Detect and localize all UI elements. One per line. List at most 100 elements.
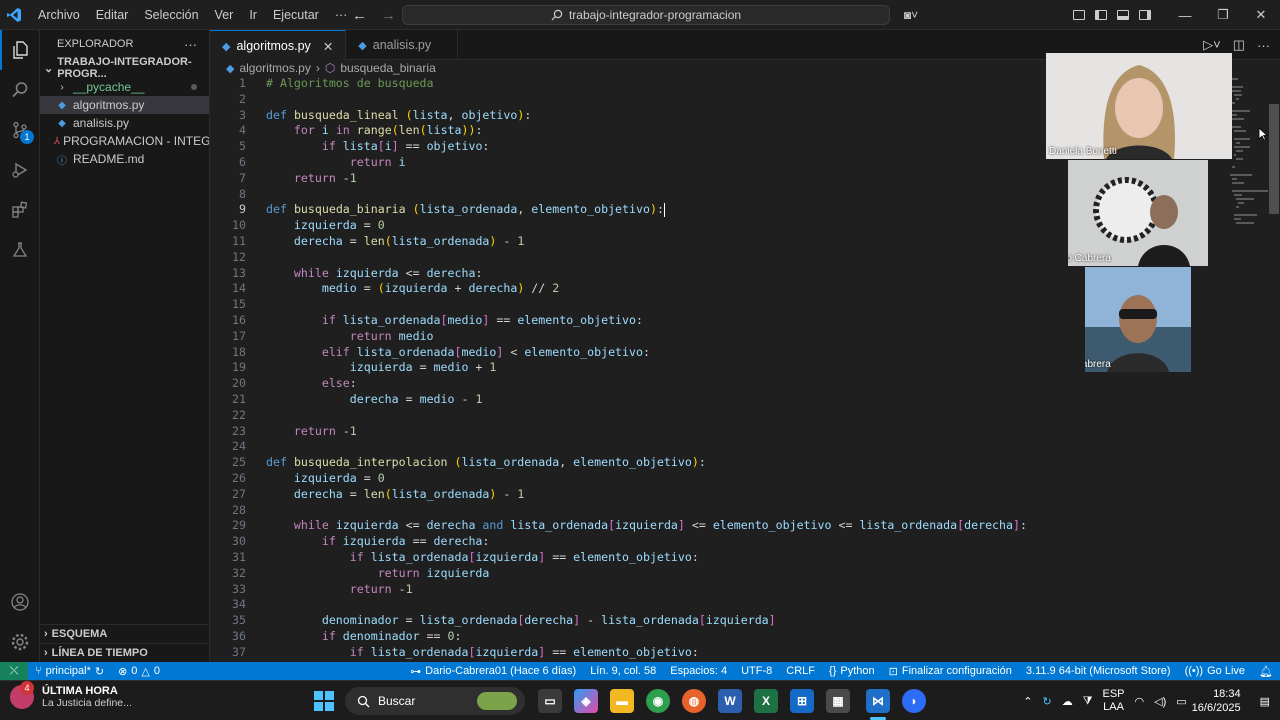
- volume-icon[interactable]: ◁): [1149, 695, 1171, 708]
- code-line[interactable]: 36 if denominador == 0:: [210, 629, 1050, 645]
- code-line[interactable]: 23 return -1: [210, 424, 1050, 440]
- menu-seleccion[interactable]: Selección: [136, 0, 206, 30]
- close-tab-icon[interactable]: ✕: [323, 39, 333, 54]
- code-line[interactable]: 12: [210, 250, 1050, 266]
- python-interpreter[interactable]: 3.11.9 64-bit (Microsoft Store): [1019, 665, 1178, 677]
- notification-center-icon[interactable]: ▤: [1255, 695, 1280, 708]
- code-line[interactable]: 27 derecha = len(lista_ordenada) - 1: [210, 487, 1050, 503]
- git-blame-status[interactable]: ⊶ Dario-Cabrera01 (Hace 6 días): [403, 665, 583, 678]
- language-mode[interactable]: {} Python: [822, 665, 882, 677]
- explorer-more-icon[interactable]: ···: [184, 37, 197, 52]
- code-line[interactable]: 8: [210, 187, 1050, 203]
- code-line[interactable]: 24: [210, 439, 1050, 455]
- minimap[interactable]: [1230, 76, 1268, 256]
- menu-ejecutar[interactable]: Ejecutar: [265, 0, 327, 30]
- code-line[interactable]: 4 for i in range(len(lista)):: [210, 123, 1050, 139]
- code-editor[interactable]: 1 # Algoritmos de busqueda 2 3 def busqueda_…: [210, 76, 1050, 662]
- copilot-icon[interactable]: ◙˅: [894, 0, 928, 30]
- finish-setup-status[interactable]: ⊡ Finalizar configuración: [882, 665, 1019, 678]
- timeline-section-header[interactable]: › LÍNEA DE TIEMPO: [40, 643, 210, 662]
- code-line[interactable]: 34: [210, 597, 1050, 613]
- participant-video-dario-2[interactable]: Dario Cabrera: [1085, 267, 1191, 372]
- code-line[interactable]: 2: [210, 92, 1050, 108]
- code-line[interactable]: 18 elif lista_ordenada[medio] < elemento…: [210, 345, 1050, 361]
- testing-flask-icon[interactable]: [0, 230, 40, 270]
- settings-gear-icon[interactable]: [0, 622, 40, 662]
- code-line[interactable]: 33 return -1: [210, 582, 1050, 598]
- code-line[interactable]: 15: [210, 297, 1050, 313]
- vertical-scrollbar[interactable]: [1268, 76, 1280, 662]
- code-line[interactable]: 32 return izquierda: [210, 566, 1050, 582]
- windows-start-icon[interactable]: [314, 691, 334, 711]
- code-line[interactable]: 19 izquierda = medio + 1: [210, 360, 1050, 376]
- code-line[interactable]: 3 def busqueda_lineal (lista, objetivo):: [210, 108, 1050, 124]
- toggle-secondary-sidebar-icon[interactable]: [1134, 0, 1156, 30]
- encoding-status[interactable]: UTF-8: [734, 665, 779, 677]
- task-view-icon[interactable]: ▭: [538, 689, 562, 713]
- scrollbar-thumb[interactable]: [1269, 104, 1279, 214]
- participant-video-dario-1[interactable]: Dario Cabrera: [1068, 160, 1208, 266]
- forward-arrow-icon[interactable]: →: [381, 7, 396, 24]
- wifi-icon[interactable]: ◠: [1130, 695, 1150, 708]
- customize-layout-icon[interactable]: [1068, 0, 1090, 30]
- code-line[interactable]: 1 # Algoritmos de busqueda: [210, 76, 1050, 92]
- remote-indicator-icon[interactable]: ⤬: [0, 662, 28, 680]
- git-branch-status[interactable]: ⑂ principal* ↻: [28, 665, 111, 678]
- battery-icon[interactable]: ▭: [1171, 695, 1191, 708]
- word-icon[interactable]: W: [718, 689, 742, 713]
- code-line[interactable]: 14 medio = (izquierda + derecha) // 2: [210, 281, 1050, 297]
- code-line[interactable]: 26 izquierda = 0: [210, 471, 1050, 487]
- store-icon[interactable]: ⊞: [790, 689, 814, 713]
- code-line[interactable]: 17 return medio: [210, 329, 1050, 345]
- tab-analisis[interactable]: ◆ analisis.py: [346, 30, 459, 60]
- explorer-files-icon[interactable]: [0, 30, 40, 70]
- code-line[interactable]: 37 if lista_ordenada[izquierda] == eleme…: [210, 645, 1050, 661]
- network-share-icon[interactable]: ⧩: [1078, 695, 1098, 708]
- outline-section-header[interactable]: › ESQUEMA: [40, 624, 210, 643]
- back-arrow-icon[interactable]: ←: [352, 7, 367, 24]
- cursor-position[interactable]: Lín. 9, col. 58: [583, 665, 663, 677]
- split-editor-icon[interactable]: ◫: [1233, 37, 1245, 53]
- chrome-icon[interactable]: ◉: [646, 689, 670, 713]
- sync-tray-icon[interactable]: ↻: [1037, 695, 1056, 708]
- code-line[interactable]: 28: [210, 503, 1050, 519]
- toggle-panel-icon[interactable]: [1112, 0, 1134, 30]
- tray-overflow-icon[interactable]: ⌃: [1018, 695, 1037, 708]
- code-line[interactable]: 9 def busqueda_binaria (lista_ordenada, e…: [210, 202, 1050, 218]
- code-line[interactable]: 11 derecha = len(lista_ordenada) - 1: [210, 234, 1050, 250]
- vscode-taskbar-icon[interactable]: ⋈: [866, 689, 890, 713]
- excel-icon[interactable]: X: [754, 689, 778, 713]
- extensions-icon[interactable]: [0, 190, 40, 230]
- search-icon[interactable]: [0, 70, 40, 110]
- code-line[interactable]: 21 derecha = medio - 1: [210, 392, 1050, 408]
- restore-window-icon[interactable]: ❐: [1204, 0, 1242, 30]
- tree-item-algoritmos[interactable]: ◆ algoritmos.py: [40, 96, 209, 114]
- menu-ver[interactable]: Ver: [207, 0, 242, 30]
- code-line[interactable]: 10 izquierda = 0: [210, 218, 1050, 234]
- run-python-file-icon[interactable]: ▷˅: [1203, 37, 1221, 53]
- editor-more-icon[interactable]: ···: [1257, 38, 1270, 53]
- command-center-search[interactable]: trabajo-integrador-programacion: [402, 5, 890, 25]
- breadcrumb-symbol[interactable]: busqueda_binaria: [340, 61, 435, 75]
- problems-status[interactable]: ⊗ 0 △ 0: [111, 665, 167, 678]
- notifications-bell-icon[interactable]: 🔔︎: [1252, 665, 1280, 678]
- code-line[interactable]: 25 def busqueda_interpolacion (lista_orde…: [210, 455, 1050, 471]
- project-folder-header[interactable]: ⌄ TRABAJO-INTEGRADOR-PROGR...: [40, 56, 209, 80]
- input-language[interactable]: ESP LAA: [1098, 688, 1130, 714]
- tree-item-readme[interactable]: ⓘ README.md: [40, 150, 209, 168]
- menu-editar[interactable]: Editar: [88, 0, 137, 30]
- run-debug-icon[interactable]: [0, 150, 40, 190]
- code-line[interactable]: 35 denominador = lista_ordenada[derecha]…: [210, 613, 1050, 629]
- file-explorer-icon[interactable]: ▬: [610, 689, 634, 713]
- indentation-status[interactable]: Espacios: 4: [663, 665, 734, 677]
- code-line[interactable]: 16 if lista_ordenada[medio] == elemento_…: [210, 313, 1050, 329]
- code-line[interactable]: 31 if lista_ordenada[izquierda] == eleme…: [210, 550, 1050, 566]
- go-live-button[interactable]: ((•)) Go Live: [1178, 665, 1252, 677]
- menu-archivo[interactable]: Archivo: [30, 0, 88, 30]
- tree-item-pycache[interactable]: › __pycache__: [40, 78, 209, 96]
- taskbar-search[interactable]: Buscar: [345, 687, 525, 715]
- close-window-icon[interactable]: ✕: [1242, 0, 1280, 30]
- tree-item-analisis[interactable]: ◆ analisis.py: [40, 114, 209, 132]
- news-widget[interactable]: 4 ÚLTIMA HORA La Justicia define...: [10, 681, 132, 709]
- code-line[interactable]: 5 if lista[i] == objetivo:: [210, 139, 1050, 155]
